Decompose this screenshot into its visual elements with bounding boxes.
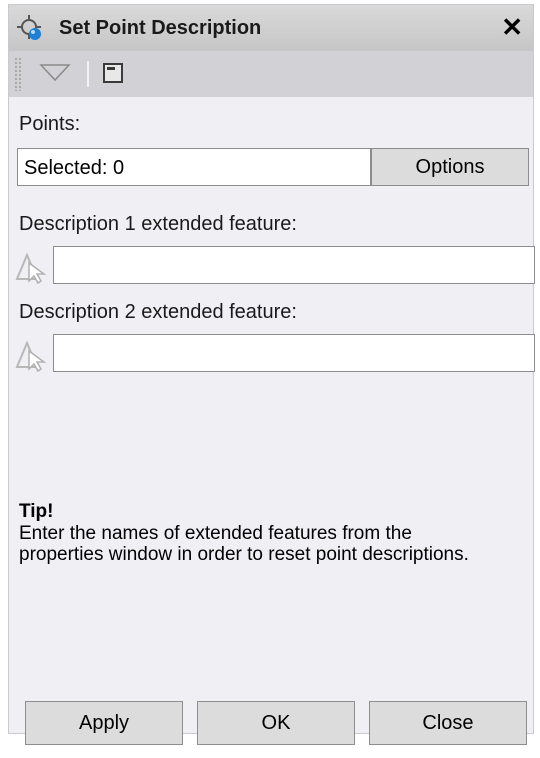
description2-label: Description 2 extended feature: [19, 301, 297, 323]
tip-text: Enter the names of extended features fro… [19, 523, 469, 565]
title-bar[interactable]: Set Point Description ✕ [9, 5, 533, 51]
close-icon[interactable]: ✕ [501, 12, 523, 42]
apply-button[interactable]: Apply [25, 701, 183, 745]
toolbar [9, 51, 533, 97]
description1-label: Description 1 extended feature: [19, 213, 297, 235]
toolbar-separator [87, 61, 89, 87]
options-button[interactable]: Options [371, 148, 529, 186]
pick-feature-icon[interactable] [13, 335, 51, 373]
grip-handle[interactable] [14, 57, 22, 91]
point-description-icon [17, 15, 41, 40]
pick-feature-icon[interactable] [13, 247, 51, 285]
description2-input[interactable] [53, 334, 535, 372]
tip-title: Tip! [19, 501, 54, 522]
description1-input[interactable] [53, 246, 535, 284]
window-icon[interactable] [103, 63, 123, 83]
dropdown-triangle-icon[interactable] [39, 63, 71, 83]
set-point-description-panel: Set Point Description ✕ Points: Selected… [8, 4, 535, 745]
window-title: Set Point Description [59, 17, 262, 39]
points-label: Points: [19, 113, 81, 135]
ok-button[interactable]: OK [197, 701, 355, 745]
close-button[interactable]: Close [369, 701, 527, 745]
selected-points-field[interactable]: Selected: 0 [17, 148, 371, 186]
